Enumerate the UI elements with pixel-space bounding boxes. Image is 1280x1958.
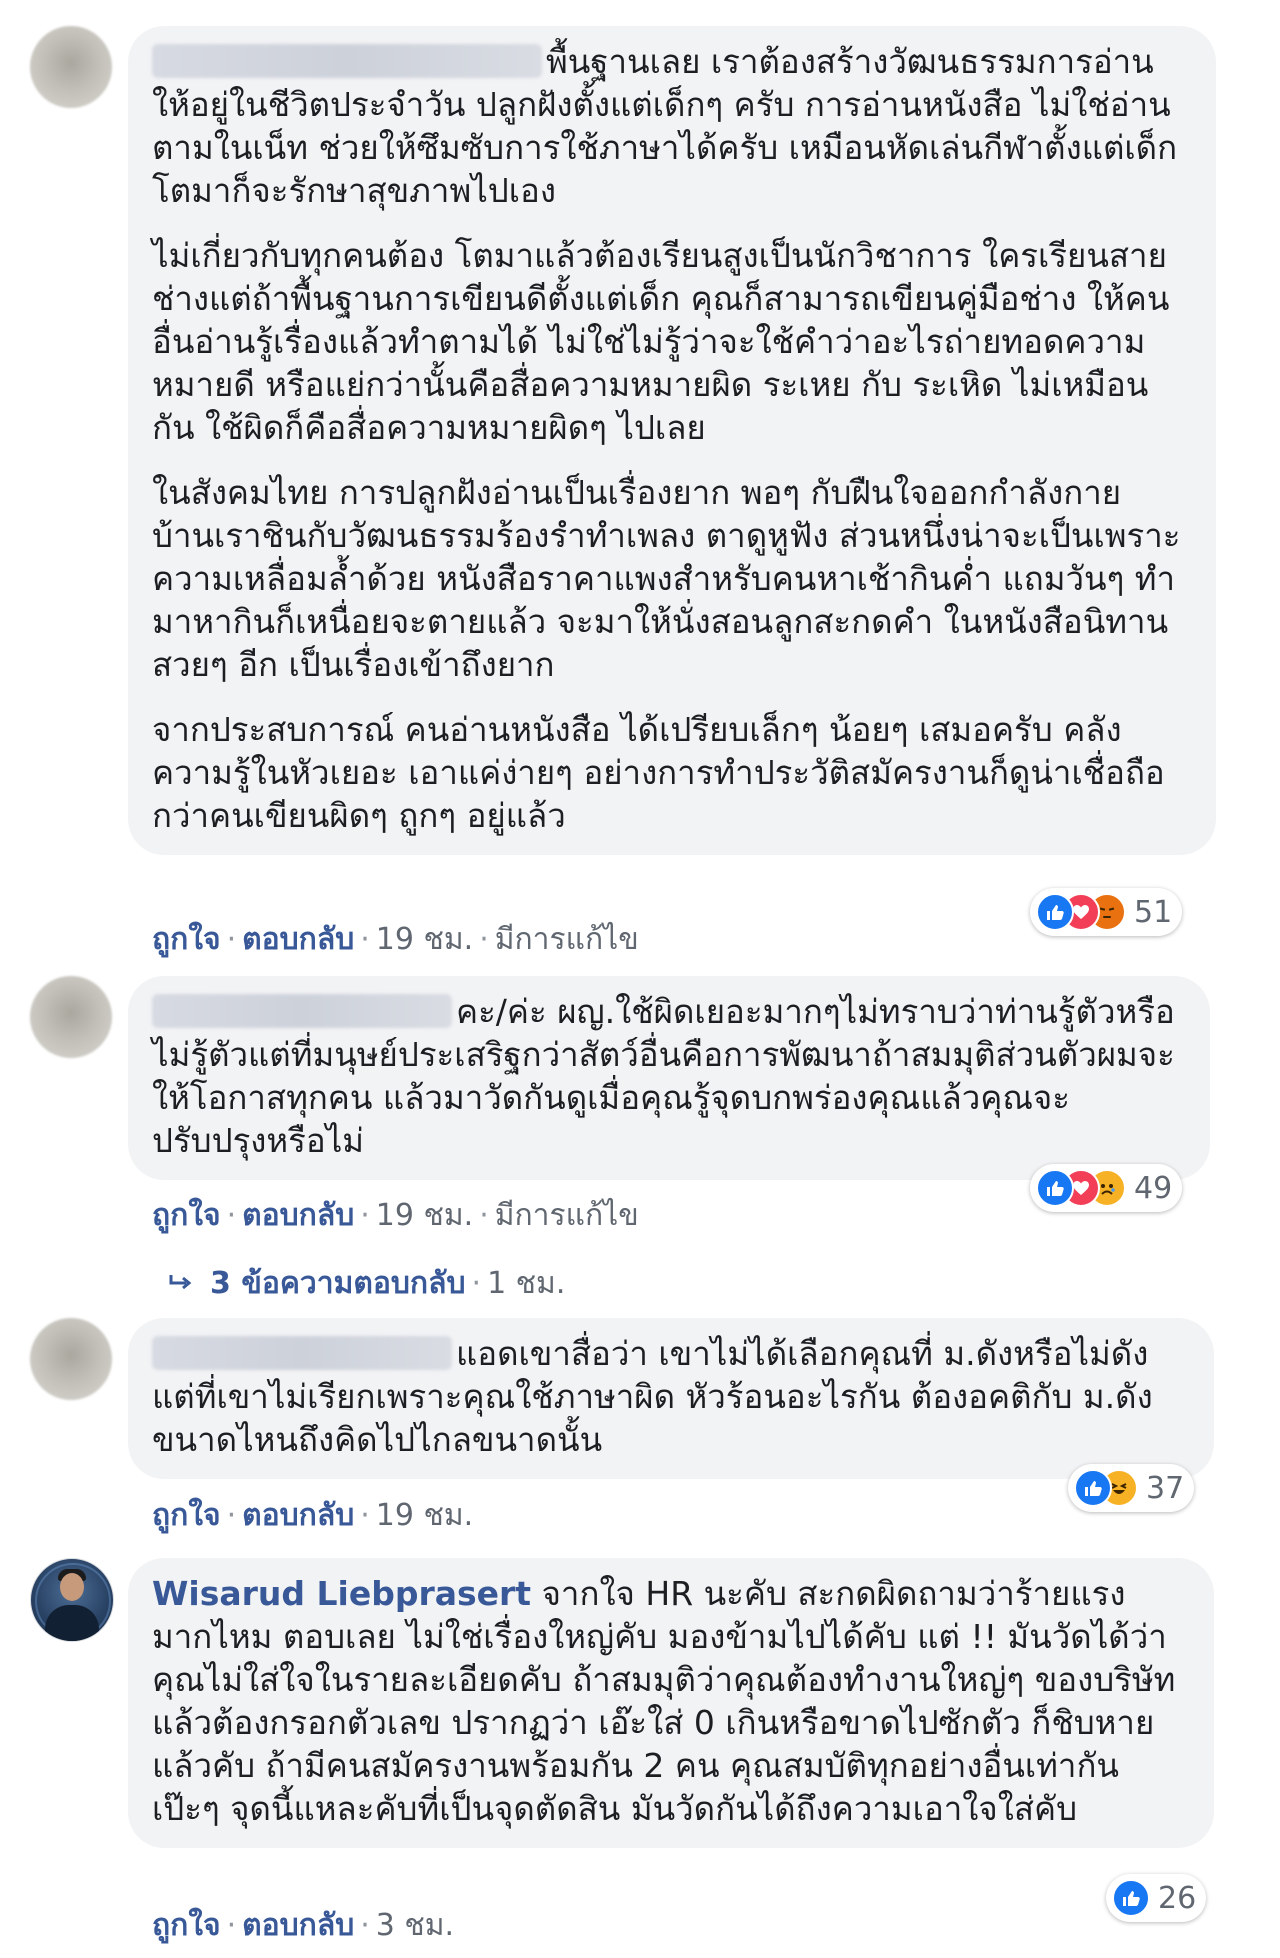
separator: ·: [360, 1908, 370, 1943]
author-name-redacted[interactable]: [152, 1335, 452, 1370]
avatar[interactable]: [30, 1318, 112, 1400]
reaction-summary[interactable]: 49: [1030, 1164, 1183, 1212]
comment-paragraph: พื้นฐานเลย เราต้องสร้างวัฒนธรรมการอ่านให…: [152, 40, 1186, 212]
edited-label[interactable]: มีการแก้ไข: [495, 1198, 639, 1233]
like-reaction-icon: [1112, 1879, 1150, 1917]
reaction-summary[interactable]: 37: [1068, 1464, 1195, 1512]
separator: ·: [226, 1498, 237, 1533]
reaction-count: 26: [1158, 1880, 1197, 1916]
separator: ·: [226, 1908, 237, 1943]
separator: ·: [226, 1198, 237, 1233]
view-replies-link[interactable]: 3 ข้อความตอบกลับ · 1 ชม.: [168, 1260, 565, 1307]
separator: ·: [360, 1198, 370, 1233]
reaction-summary[interactable]: 51: [1030, 888, 1183, 936]
separator: ·: [360, 1498, 370, 1533]
like-button[interactable]: ถูกใจ: [152, 1498, 221, 1533]
reply-button[interactable]: ตอบกลับ: [242, 1498, 354, 1533]
separator: ·: [479, 922, 489, 957]
comment-bubble: คะ/ค่ะ ผญ.ใช้ผิดเยอะมากๆไม่ทราบว่าท่านรู…: [128, 976, 1210, 1180]
comment-bubble: แอดเขาสื่อว่า เขาไม่ได้เลือกคุณที่ ม.ดัง…: [128, 1318, 1214, 1479]
author-name-redacted[interactable]: [152, 993, 452, 1028]
comment-actions: ถูกใจ · ตอบกลับ · 19 ชม.: [152, 1492, 473, 1539]
like-reaction-icon: [1074, 1469, 1112, 1507]
reaction-count: 49: [1134, 1170, 1173, 1206]
avatar-head: [60, 1573, 84, 1601]
avatar[interactable]: [30, 1558, 114, 1642]
comment-actions: ถูกใจ · ตอบกลับ · 3 ชม.: [152, 1902, 454, 1949]
like-reaction-icon: [1036, 1169, 1074, 1207]
reply-button[interactable]: ตอบกลับ: [242, 1198, 354, 1233]
comment-paragraph: ในสังคมไทย การปลูกฝังอ่านเป็นเรื่องยาก พ…: [152, 473, 1181, 684]
avatar-body: [45, 1605, 99, 1641]
separator: ·: [479, 1198, 489, 1233]
timestamp[interactable]: 19 ชม.: [376, 1498, 473, 1533]
reply-button[interactable]: ตอบกลับ: [242, 922, 354, 957]
reaction-count: 37: [1146, 1470, 1185, 1506]
comment-bubble: Wisarud Liebprasert จากใจ HR นะคับ สะกดผ…: [128, 1558, 1214, 1848]
reaction-count: 51: [1134, 894, 1173, 930]
comment-paragraph: ไม่เกี่ยวกับทุกคนต้อง โตมาแล้วต้องเรียนส…: [152, 236, 1170, 447]
separator: ·: [360, 922, 370, 957]
avatar[interactable]: [30, 26, 112, 108]
edited-label[interactable]: มีการแก้ไข: [495, 922, 639, 957]
comment-thread: พื้นฐานเลย เราต้องสร้างวัฒนธรรมการอ่านให…: [0, 0, 1280, 1958]
replies-time: 1 ชม.: [487, 1266, 566, 1301]
timestamp[interactable]: 3 ชม.: [376, 1908, 454, 1943]
like-button[interactable]: ถูกใจ: [152, 1908, 221, 1943]
author-name-redacted[interactable]: [152, 43, 542, 78]
comment-paragraph: คะ/ค่ะ ผญ.ใช้ผิดเยอะมากๆไม่ทราบว่าท่านรู…: [152, 990, 1180, 1162]
comment-paragraph: Wisarud Liebprasert จากใจ HR นะคับ สะกดผ…: [152, 1572, 1184, 1830]
like-button[interactable]: ถูกใจ: [152, 922, 221, 957]
separator: ·: [226, 922, 237, 957]
avatar[interactable]: [30, 976, 112, 1058]
comment-actions: ถูกใจ · ตอบกลับ · 19 ชม. · มีการแก้ไข: [152, 1192, 639, 1239]
timestamp[interactable]: 19 ชม.: [376, 922, 473, 957]
reaction-summary[interactable]: 26: [1106, 1874, 1207, 1922]
like-button[interactable]: ถูกใจ: [152, 1198, 221, 1233]
replies-count[interactable]: 3 ข้อความตอบกลับ: [210, 1266, 466, 1301]
reply-button[interactable]: ตอบกลับ: [242, 1908, 354, 1943]
like-reaction-icon: [1036, 893, 1074, 931]
reply-arrow-icon: [168, 1266, 194, 1301]
timestamp[interactable]: 19 ชม.: [376, 1198, 473, 1233]
comment-bubble: พื้นฐานเลย เราต้องสร้างวัฒนธรรมการอ่านให…: [128, 26, 1216, 855]
comment-paragraph: จากประสบการณ์ คนอ่านหนังสือ ได้เปรียบเล็…: [152, 710, 1165, 835]
comment-paragraph: แอดเขาสื่อว่า เขาไม่ได้เลือกคุณที่ ม.ดัง…: [152, 1332, 1184, 1461]
author-name[interactable]: Wisarud Liebprasert: [152, 1574, 531, 1613]
comment-actions: ถูกใจ · ตอบกลับ · 19 ชม. · มีการแก้ไข: [152, 916, 639, 963]
separator: ·: [471, 1266, 482, 1301]
